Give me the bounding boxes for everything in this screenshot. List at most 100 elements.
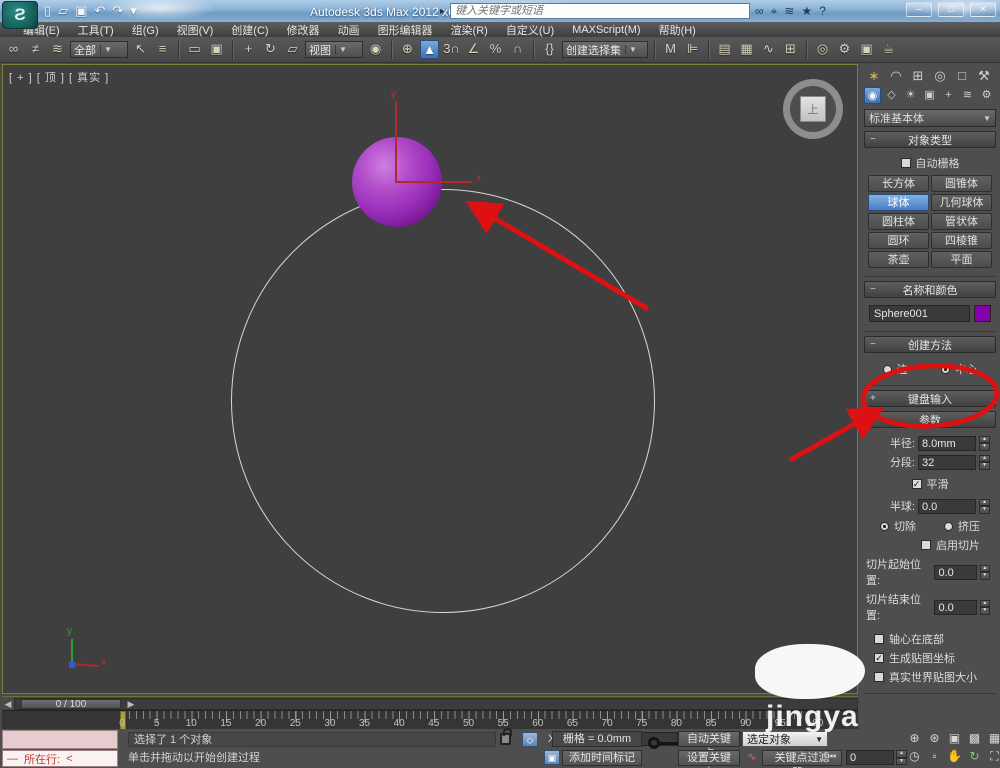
select-object-icon[interactable]: ↖ xyxy=(131,40,150,59)
menu-item-6[interactable]: 动画 xyxy=(329,22,369,38)
zoom-all-icon[interactable]: ⊛ xyxy=(926,731,943,747)
tab-hierarchy-icon[interactable]: ⊞ xyxy=(908,66,928,85)
angle-snap-icon[interactable]: ∠ xyxy=(464,40,483,59)
autogrid-checkbox[interactable] xyxy=(900,158,911,168)
enable-slice-checkbox[interactable] xyxy=(921,540,931,550)
zoom-icon[interactable]: ⊕ xyxy=(906,731,923,747)
maxscript-mini-listener[interactable] xyxy=(2,730,118,749)
gen-mapping-coords-checkbox[interactable] xyxy=(874,653,884,663)
orbit-icon[interactable]: ↻ xyxy=(966,749,983,765)
zoom-extents-selected-icon[interactable]: ▩ xyxy=(966,731,983,747)
subtab-lights-icon[interactable]: ☀ xyxy=(902,87,919,104)
percent-snap-icon[interactable]: % xyxy=(486,40,505,59)
maximize-button[interactable]: □ xyxy=(938,2,964,17)
edit-named-selection-sets-icon[interactable]: {} xyxy=(540,40,559,59)
set-keys-key-icon[interactable] xyxy=(648,737,681,749)
pyramid-button[interactable]: 四棱锥 xyxy=(931,232,992,249)
render-setup-icon[interactable]: ⚙ xyxy=(835,40,854,59)
reference-coordinate-system-dropdown[interactable]: 视图 ▼ xyxy=(305,41,363,58)
default-in-out-tangents-icon[interactable]: ∿ xyxy=(744,750,760,765)
minimize-button[interactable]: – xyxy=(906,2,932,17)
category-dropdown[interactable]: 标准基本体 ▼ xyxy=(864,109,996,127)
select-and-manipulate-icon[interactable]: ⊕ xyxy=(398,40,417,59)
slice-from-field[interactable]: 0.0 xyxy=(934,564,977,580)
menu-item-8[interactable]: 渲染(R) xyxy=(442,22,497,38)
torus-button[interactable]: 圆环 xyxy=(868,232,929,249)
smooth-checkbox[interactable] xyxy=(911,479,922,489)
layer-manager-icon[interactable]: ▤ xyxy=(715,40,734,59)
select-and-scale-icon[interactable]: ▱ xyxy=(283,40,302,59)
maxscript-listener-line[interactable]: — 所在行: < xyxy=(2,750,118,767)
menu-item-9[interactable]: 自定义(U) xyxy=(497,22,563,38)
time-slider-groove[interactable]: 0 / 100 ▶ xyxy=(14,697,858,710)
squash-radio[interactable] xyxy=(944,521,953,531)
tab-display-icon[interactable]: □ xyxy=(952,66,972,85)
render-production-icon[interactable]: ☕ xyxy=(879,40,898,59)
help-icon[interactable]: ? xyxy=(819,4,826,19)
schematic-view-icon[interactable]: ⊞ xyxy=(781,40,800,59)
subtab-helpers-icon[interactable]: + xyxy=(940,87,957,104)
box-button[interactable]: 长方体 xyxy=(868,175,929,192)
bind-to-space-warp-icon[interactable]: ≋ xyxy=(48,40,67,59)
track-bar[interactable]: 0 5 10 15 20 25 30 35 40 45 50 55 60 65 70 75 80 85 90 95 10… xyxy=(2,710,858,730)
chop-radio[interactable] xyxy=(880,521,889,531)
undo-icon[interactable]: ↶ xyxy=(94,3,105,19)
rectangular-selection-region-icon[interactable]: ▭ xyxy=(185,40,204,59)
subscription-icon[interactable]: ≋ xyxy=(784,4,794,19)
selection-lock-icon[interactable] xyxy=(500,728,512,745)
menu-item-4[interactable]: 创建(C) xyxy=(222,22,277,38)
selection-filter-dropdown[interactable]: 全部 ▼ xyxy=(70,41,128,58)
time-slider-handle[interactable]: 0 / 100 xyxy=(21,698,121,709)
current-frame-field[interactable]: 0 xyxy=(846,750,894,765)
cylinder-button[interactable]: 圆柱体 xyxy=(868,213,929,230)
infocenter-search-input[interactable] xyxy=(450,3,751,19)
rollout-keyboard-entry-header[interactable]: + 键盘输入 xyxy=(864,390,996,407)
close-button[interactable]: × xyxy=(970,2,996,17)
plane-button[interactable]: 平面 xyxy=(931,251,992,268)
viewcube[interactable]: 上 xyxy=(783,79,843,139)
geosphere-button[interactable]: 几何球体 xyxy=(931,194,992,211)
slice-to-spinner[interactable]: ▲ ▼ xyxy=(979,599,990,615)
auto-key-button[interactable]: 自动关键点 xyxy=(678,731,740,760)
window-crossing-icon[interactable]: ▣ xyxy=(207,40,226,59)
save-file-icon[interactable]: ▣ xyxy=(75,3,87,19)
base-to-pivot-checkbox[interactable] xyxy=(874,634,884,644)
rollout-parameters-header[interactable]: − 参数 xyxy=(864,411,996,428)
unlink-selection-icon[interactable]: ≠ xyxy=(26,40,45,59)
object-color-swatch[interactable] xyxy=(974,305,991,322)
time-slider-prev-icon[interactable]: ◀ xyxy=(2,698,14,710)
zoom-region-icon[interactable]: ▫ xyxy=(926,749,943,765)
use-pivot-point-center-icon[interactable]: ◉ xyxy=(366,40,385,59)
spinner-snap-icon[interactable]: ∩ xyxy=(508,40,527,59)
add-time-tag-button[interactable]: 添加时间标记 xyxy=(562,750,642,766)
viewcube-top-face[interactable]: 上 xyxy=(800,96,826,122)
zoom-extents-icon[interactable]: ▣ xyxy=(946,731,963,747)
maximize-viewport-icon[interactable]: ⛶ xyxy=(986,749,1000,765)
subtab-shapes-icon[interactable]: ◇ xyxy=(883,87,900,104)
real-world-map-checkbox[interactable] xyxy=(874,672,884,682)
rollout-name-color-header[interactable]: − 名称和颜色 xyxy=(864,281,996,298)
sphere-button[interactable]: 球体 xyxy=(868,194,929,211)
go-to-start-icon[interactable]: ⏮ xyxy=(828,751,836,762)
menu-item-3[interactable]: 视图(V) xyxy=(168,22,223,38)
time-slider-next-icon[interactable]: ▶ xyxy=(125,698,137,710)
menu-item-11[interactable]: 帮助(H) xyxy=(650,22,705,38)
infocenter-flyout-icon[interactable]: ▸ xyxy=(440,6,445,17)
pan-view-icon[interactable]: ✋ xyxy=(946,749,963,765)
menu-item-1[interactable]: 工具(T) xyxy=(69,22,123,38)
subtab-cameras-icon[interactable]: ▣ xyxy=(921,87,938,104)
curve-editor-icon[interactable]: ∿ xyxy=(759,40,778,59)
segments-spinner[interactable]: ▲ ▼ xyxy=(979,454,990,470)
menu-item-2[interactable]: 组(G) xyxy=(123,22,168,38)
tab-utilities-icon[interactable]: ⚒ xyxy=(974,66,994,85)
absolute-mode-toggle-icon[interactable]: ◇ xyxy=(522,732,538,747)
viewport-top[interactable]: [ + ] [ 顶 ] [ 真实 ] 上 y x y x xyxy=(2,64,858,694)
quick-access-dropdown-icon[interactable]: ▾ xyxy=(130,3,137,19)
snap-toggle-3d-icon[interactable]: 3∩ xyxy=(442,40,461,59)
subtab-systems-icon[interactable]: ⚙ xyxy=(978,87,995,104)
radius-field[interactable]: 8.0mm xyxy=(918,435,976,451)
select-and-move-icon[interactable]: + xyxy=(239,40,258,59)
hemisphere-field[interactable]: 0.0 xyxy=(918,498,976,514)
material-editor-icon[interactable]: ◎ xyxy=(813,40,832,59)
keyboard-shortcut-override-icon[interactable]: ▲ xyxy=(420,40,439,59)
